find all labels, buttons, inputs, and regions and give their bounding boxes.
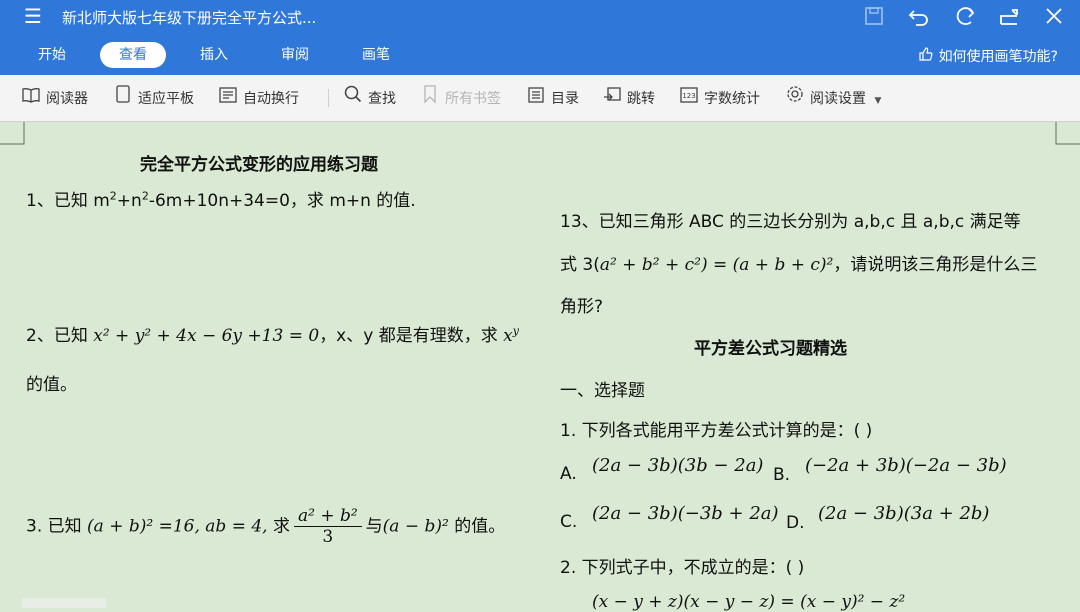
question-3: 3. 已知 (a + b)² =16, ab = 4, 求 a² + b² 3 与(a… — [26, 506, 506, 547]
choice-question-2: 2. 下列式子中，不成立的是：( ) — [560, 558, 805, 578]
wrap-icon — [219, 75, 237, 121]
jump-icon — [603, 75, 621, 121]
option-b-label: B. — [773, 465, 791, 485]
option-c: (2a − 3b)(−3b + 2a) — [592, 503, 779, 524]
page-number-tag — [22, 598, 106, 608]
undo-icon[interactable] — [908, 6, 930, 26]
question-2: 2、已知 x² + y² + 4x − 6y +13 = 0，x、y 都是有理数… — [26, 324, 519, 346]
pen-help-link[interactable]: 如何使用画笔功能? — [918, 46, 1058, 66]
section-label: 一、选择题 — [560, 381, 645, 401]
choice-question-1: 1. 下列各式能用平方差公式计算的是：( ) — [560, 421, 873, 441]
toc-icon — [527, 75, 545, 121]
question-13-line3: 角形? — [560, 297, 604, 317]
option-c-label: C. — [560, 512, 578, 532]
menu-icon[interactable]: ☰ — [24, 6, 42, 26]
book-icon — [22, 75, 40, 121]
redo-icon[interactable] — [953, 6, 975, 26]
reading-settings-button[interactable]: 阅读设置 ▼ — [786, 75, 881, 121]
page-corner-mark — [0, 122, 25, 145]
thumbs-up-icon — [918, 47, 933, 65]
share-icon[interactable] — [998, 6, 1020, 26]
dropdown-caret-icon: ▼ — [874, 96, 882, 106]
option-d-label: D. — [786, 513, 805, 533]
fraction: a² + b² 3 — [293, 506, 362, 547]
exercise-heading: 完全平方公式变形的应用练习题 — [140, 155, 378, 175]
tab-review[interactable]: 审阅 — [265, 42, 325, 68]
option-b: (−2a + 3b)(−2a − 3b) — [805, 455, 1007, 476]
question-13-line2: 式 3(a² + b² + c²) = (a + b + c)²，请说明该三角形… — [560, 255, 1038, 275]
option-a: (2a − 3b)(3b − 2a) — [592, 455, 764, 476]
bookmark-icon — [421, 75, 439, 121]
title-bar: ☰ 新北师大版七年级下册完全平方公式... 开始 查看 插入 审阅 画笔 如何使… — [0, 0, 1080, 75]
tab-view[interactable]: 查看 — [100, 42, 166, 68]
tablet-icon — [114, 75, 132, 121]
settings-icon — [786, 75, 804, 121]
option-a-label: A. — [560, 464, 577, 484]
tab-insert[interactable]: 插入 — [184, 42, 244, 68]
help-text: 如何使用画笔功能? — [938, 49, 1058, 65]
find-button[interactable]: 查找 — [344, 75, 396, 121]
tab-start[interactable]: 开始 — [22, 42, 82, 68]
view-toolbar: 阅读器 适应平板 自动换行 查找 所有书签 目录 跳转 123 字数统计 阅读设… — [0, 75, 1080, 122]
page-corner-mark — [1055, 122, 1080, 145]
question-13-line1: 13、已知三角形 ABC 的三边长分别为 a,b,c 且 a,b,c 满足等 — [560, 212, 1021, 232]
count-icon: 123 — [680, 75, 698, 121]
document-title: 新北师大版七年级下册完全平方公式... — [62, 9, 317, 27]
save-icon[interactable] — [863, 6, 885, 26]
toc-button[interactable]: 目录 — [527, 75, 579, 121]
tab-pen[interactable]: 画笔 — [346, 42, 406, 68]
section-heading: 平方差公式习题精选 — [694, 339, 847, 359]
fit-tablet-button[interactable]: 适应平板 — [114, 75, 194, 121]
word-count-button[interactable]: 123 字数统计 — [680, 75, 760, 121]
choice-question-2-expr: (x − y + z)(x − y − z) = (x − y)² − z² — [592, 592, 906, 612]
reader-button[interactable]: 阅读器 — [22, 75, 88, 121]
toolbar-divider — [328, 89, 329, 107]
question-1: 1、已知 m2+n2-6m+10n+34=0，求 m+n 的值. — [26, 189, 416, 211]
auto-wrap-button[interactable]: 自动换行 — [219, 75, 299, 121]
close-icon[interactable] — [1043, 6, 1065, 26]
search-icon — [344, 75, 362, 121]
svg-text:123: 123 — [682, 92, 695, 100]
question-2-end: 的值。 — [26, 375, 77, 395]
all-bookmarks-button[interactable]: 所有书签 — [421, 75, 501, 121]
jump-button[interactable]: 跳转 — [603, 75, 655, 121]
option-d: (2a − 3b)(3a + 2b) — [818, 503, 990, 524]
